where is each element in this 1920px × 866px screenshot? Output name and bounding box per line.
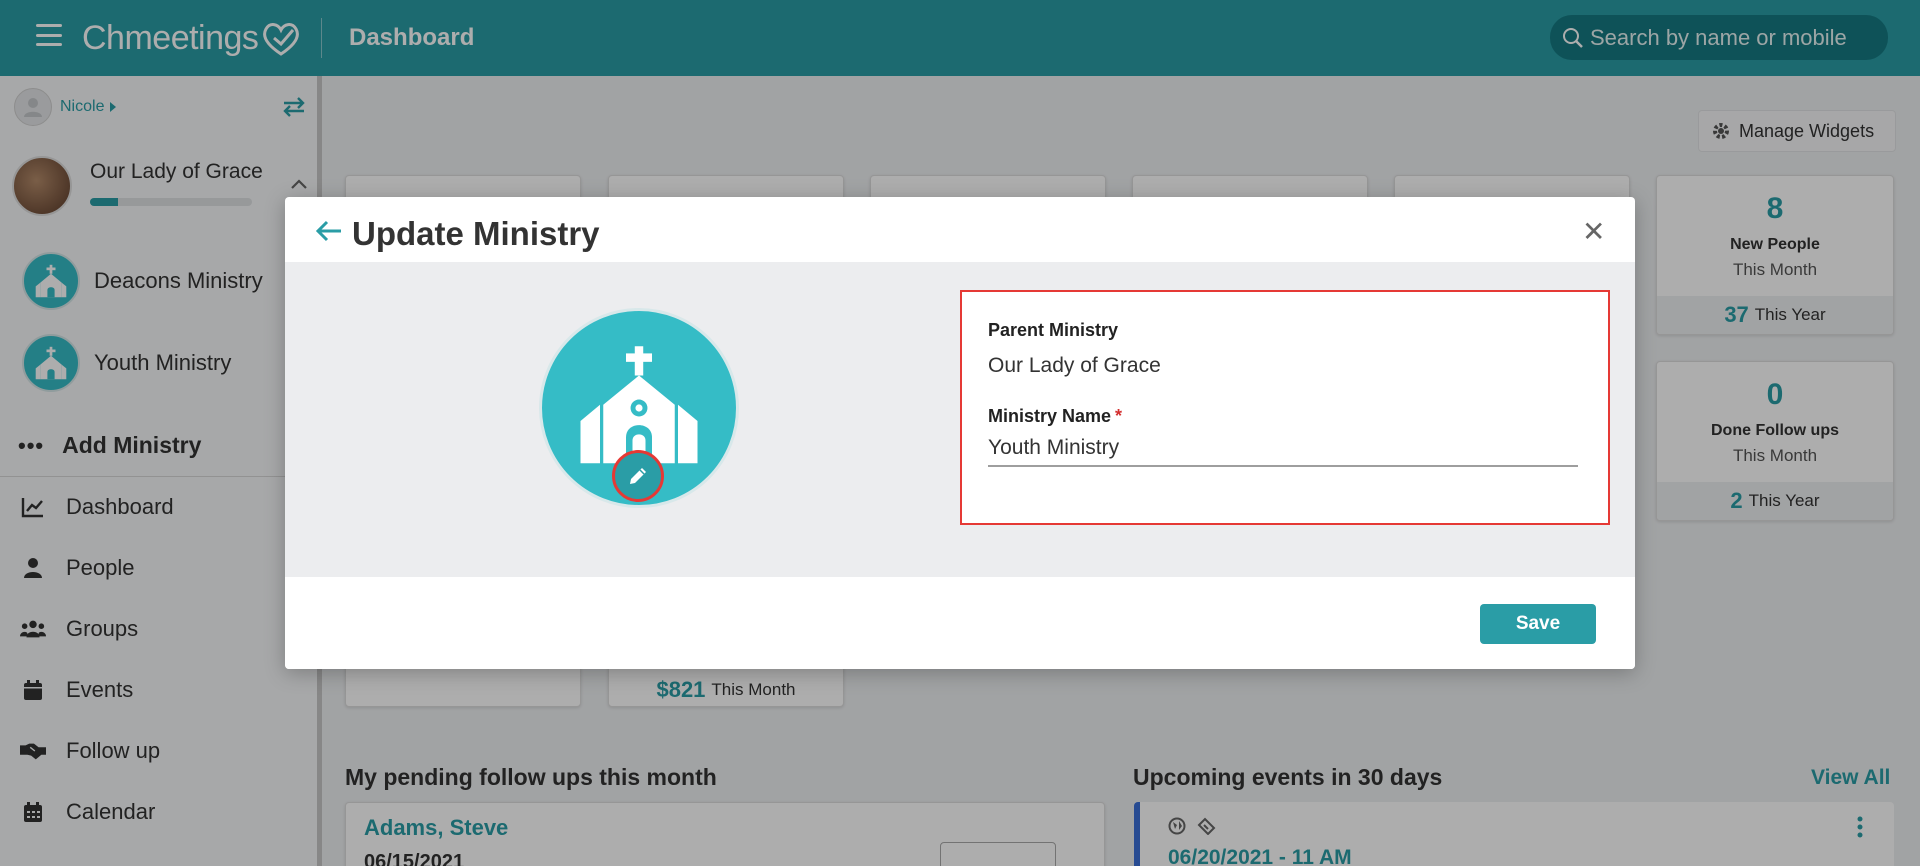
- ministry-name-label-text: Ministry Name: [988, 406, 1112, 426]
- ministry-form: Parent Ministry Our Lady of Grace Minist…: [960, 290, 1610, 525]
- ministry-name-input[interactable]: [988, 431, 1578, 467]
- ministry-name-label: Ministry Name *: [988, 406, 1122, 427]
- pencil-icon: [630, 468, 646, 484]
- dialog-body: Parent Ministry Our Lady of Grace Minist…: [285, 262, 1635, 577]
- dialog-footer: [285, 577, 1635, 669]
- dialog-title: Update Ministry: [352, 215, 600, 252]
- edit-image-button[interactable]: [612, 450, 664, 502]
- parent-ministry-label: Parent Ministry: [988, 320, 1119, 340]
- parent-ministry-value: Our Lady of Grace: [988, 354, 1161, 377]
- back-arrow-icon[interactable]: [315, 219, 343, 243]
- update-ministry-dialog: Update Ministry ✕ Parent Ministry Our La…: [285, 197, 1635, 669]
- close-icon[interactable]: ✕: [1582, 215, 1605, 248]
- required-asterisk: *: [1115, 406, 1123, 426]
- dialog-header: Update Ministry ✕: [285, 197, 1635, 262]
- save-button[interactable]: Save: [1480, 604, 1596, 644]
